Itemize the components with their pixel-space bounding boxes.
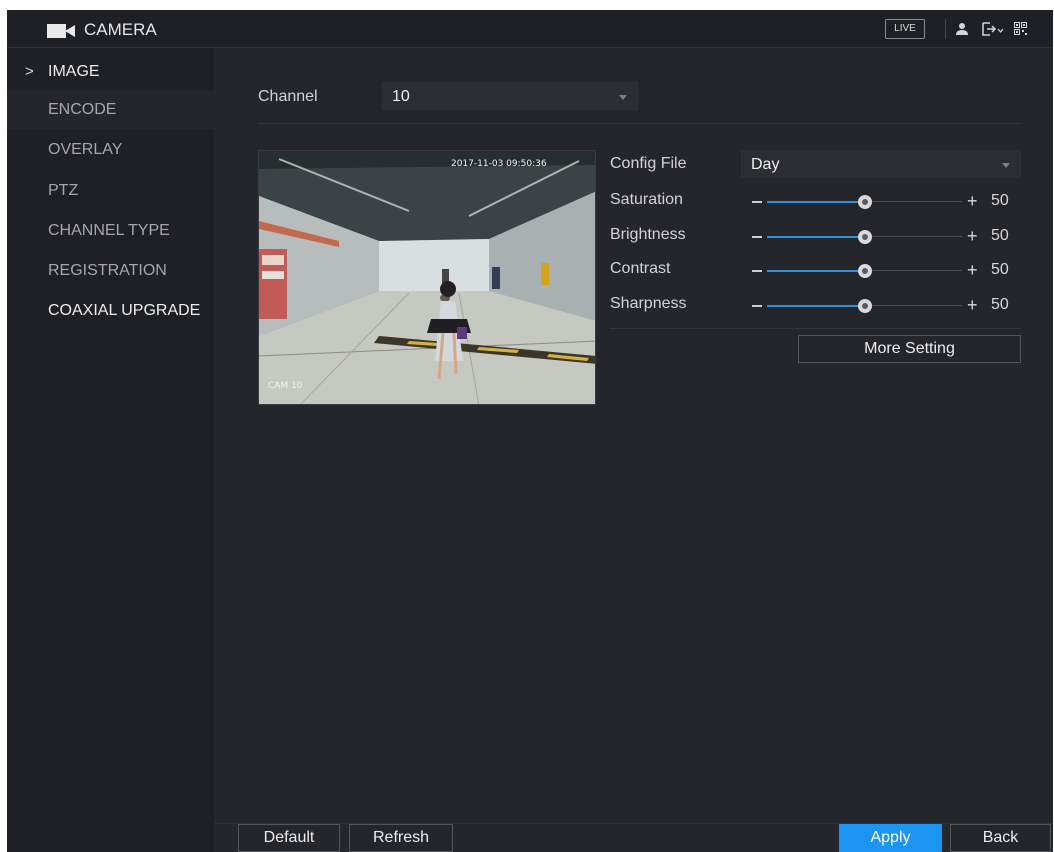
brightness-slider[interactable]: + 50	[747, 225, 1017, 249]
contrast-label: Contrast	[610, 260, 671, 277]
sidebar-item-ptz[interactable]: PTZ	[7, 172, 214, 210]
camera-settings-window: CAMERA LIVE > IMAGE ENCODE OVERLAY PTZ C…	[7, 10, 1053, 852]
slider-knob[interactable]	[857, 195, 872, 209]
channel-select[interactable]: 10	[382, 82, 638, 110]
sidebar-item-label: COAXIAL UPGRADE	[48, 302, 201, 319]
saturation-slider[interactable]: + 50	[747, 190, 1017, 214]
chevron-down-icon	[619, 95, 627, 100]
apply-button[interactable]: Apply	[839, 824, 942, 852]
sidebar-item-label: OVERLAY	[48, 141, 123, 158]
header-bar: CAMERA LIVE	[7, 10, 1053, 48]
preview-camera-name: CAM 10	[268, 381, 303, 391]
slider-fill	[767, 236, 865, 238]
brightness-value: 50	[991, 227, 1009, 244]
plus-icon[interactable]: +	[967, 295, 978, 315]
slider-fill	[767, 201, 865, 203]
config-file-label: Config File	[610, 155, 687, 172]
minus-icon[interactable]	[752, 270, 762, 272]
slider-fill	[767, 270, 865, 272]
settings-divider	[610, 328, 1021, 329]
sidebar-item-image[interactable]: > IMAGE	[7, 53, 214, 91]
sidebar-item-registration[interactable]: REGISTRATION	[7, 252, 214, 290]
footer-bar: Default Refresh Apply Back	[214, 823, 1053, 852]
config-file-select[interactable]: Day	[741, 150, 1021, 178]
logout-icon[interactable]	[982, 22, 1004, 36]
chevron-down-icon	[1002, 163, 1010, 168]
sidebar-item-overlay[interactable]: OVERLAY	[7, 131, 214, 169]
qr-code-icon[interactable]	[1014, 22, 1027, 35]
plus-icon[interactable]: +	[967, 226, 978, 246]
minus-icon[interactable]	[752, 305, 762, 307]
contrast-slider[interactable]: + 50	[747, 259, 1017, 283]
sidebar-item-channel-type[interactable]: CHANNEL TYPE	[7, 212, 214, 250]
slider-fill	[767, 305, 865, 307]
saturation-label: Saturation	[610, 191, 683, 208]
refresh-button[interactable]: Refresh	[349, 824, 453, 852]
slider-track	[864, 305, 962, 306]
app-title: CAMERA	[84, 20, 157, 39]
plus-icon[interactable]: +	[967, 260, 978, 280]
saturation-value: 50	[991, 192, 1009, 209]
sidebar-item-label: IMAGE	[48, 63, 100, 80]
minus-icon[interactable]	[752, 201, 762, 203]
channel-value: 10	[392, 88, 410, 105]
sidebar-item-label: CHANNEL TYPE	[48, 222, 170, 239]
back-button[interactable]: Back	[950, 824, 1051, 852]
more-setting-button[interactable]: More Setting	[798, 335, 1021, 363]
chevron-right-icon: >	[25, 63, 34, 80]
slider-track	[864, 201, 962, 202]
sharpness-value: 50	[991, 296, 1009, 313]
live-preview: 2017-11-03 09:50:36 CAM 10	[258, 150, 596, 405]
sidebar-item-coaxial-upgrade[interactable]: COAXIAL UPGRADE	[7, 292, 214, 330]
camera-icon	[47, 24, 75, 38]
plus-icon[interactable]: +	[967, 191, 978, 211]
slider-knob[interactable]	[857, 299, 872, 313]
default-button[interactable]: Default	[238, 824, 340, 852]
slider-track	[864, 270, 962, 271]
user-icon[interactable]	[956, 22, 968, 36]
config-file-value: Day	[751, 156, 780, 173]
sharpness-slider[interactable]: + 50	[747, 294, 1017, 318]
sidebar-item-label: PTZ	[48, 182, 79, 199]
sidebar-item-label: REGISTRATION	[48, 262, 167, 279]
preview-timestamp: 2017-11-03 09:50:36	[451, 159, 547, 169]
channel-label: Channel	[258, 88, 318, 105]
slider-track	[864, 236, 962, 237]
slider-knob[interactable]	[857, 264, 872, 278]
slider-knob[interactable]	[857, 230, 872, 244]
sidebar-item-encode[interactable]: ENCODE	[7, 91, 214, 129]
main-content: Channel 10 2017-11-03 09:50:36 CAM 10 Co…	[214, 48, 1053, 852]
minus-icon[interactable]	[752, 236, 762, 238]
contrast-value: 50	[991, 261, 1009, 278]
live-button[interactable]: LIVE	[885, 19, 925, 39]
sidebar-menu: > IMAGE ENCODE OVERLAY PTZ CHANNEL TYPE …	[7, 48, 214, 852]
corridor-scene	[259, 151, 595, 404]
sidebar-item-label: ENCODE	[48, 101, 117, 118]
header-divider	[945, 19, 946, 39]
section-divider	[258, 123, 1021, 124]
sharpness-label: Sharpness	[610, 295, 687, 312]
brightness-label: Brightness	[610, 226, 686, 243]
